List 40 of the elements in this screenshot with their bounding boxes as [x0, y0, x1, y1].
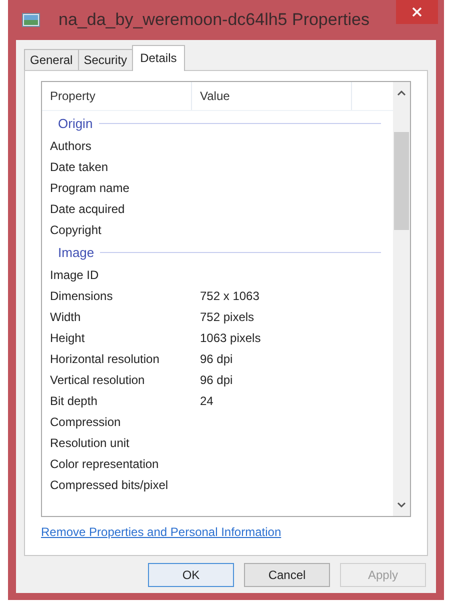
scrollbar-thumb[interactable] — [394, 132, 409, 230]
property-name: Width — [49, 310, 82, 324]
property-value: 96 dpi — [199, 372, 234, 386]
scroll-down-icon[interactable] — [397, 502, 406, 508]
column-header[interactable]: Property — [42, 82, 192, 110]
tab[interactable]: Security — [78, 49, 134, 70]
property-name: Bit depth — [49, 394, 98, 408]
property-name: Program name — [49, 180, 130, 194]
group-heading: Image — [58, 244, 94, 260]
tab[interactable]: Details — [132, 45, 185, 71]
property-name: Authors — [49, 138, 92, 152]
property-name: Vertical resolution — [49, 372, 146, 386]
group-heading: Origin — [58, 116, 93, 130]
scroll-up-icon[interactable] — [397, 90, 406, 96]
tab[interactable]: General — [24, 49, 79, 70]
property-name: Compression — [49, 414, 122, 428]
property-name: Copyright — [49, 222, 102, 236]
dialog-button[interactable]: Cancel — [244, 563, 330, 587]
property-value: 24 — [199, 394, 214, 408]
property-name: Date taken — [49, 160, 110, 174]
dialog-button[interactable]: OK — [148, 563, 234, 587]
property-name: Horizontal resolution — [49, 352, 160, 366]
scrollbar[interactable] — [393, 82, 410, 516]
property-value: 752 x 1063 — [199, 288, 260, 302]
property-value: 96 dpi — [199, 352, 234, 366]
image-file-icon — [22, 13, 40, 27]
remove-properties-link[interactable]: Remove Properties and Personal Information — [41, 525, 282, 539]
property-value: 752 pixels — [199, 310, 256, 324]
property-value: 1063 pixels — [199, 330, 262, 344]
property-name: Compressed bits/pixel — [49, 478, 170, 492]
close-button[interactable] — [396, 0, 438, 24]
column-header[interactable]: Value — [192, 82, 352, 110]
close-icon[interactable] — [412, 7, 422, 17]
property-name: Resolution unit — [49, 436, 130, 450]
window-title: na_da_by_weremoon-dc64lh5 Properties — [58, 10, 370, 30]
property-name: Dimensions — [49, 288, 114, 302]
property-name: Image ID — [49, 268, 100, 282]
property-name: Color representation — [49, 456, 160, 470]
property-name: Date acquired — [49, 202, 126, 216]
property-name: Height — [49, 330, 86, 344]
